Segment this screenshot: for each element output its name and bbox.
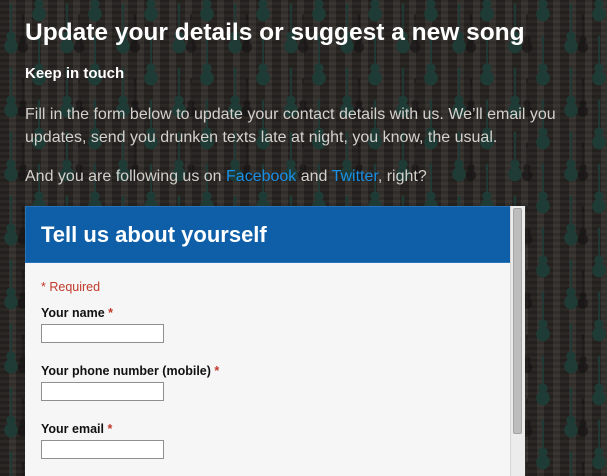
phone-required-mark: * [214,364,220,378]
intro-paragraph: Fill in the form below to update your co… [25,106,556,146]
follow-text-prefix: And you are following us on [25,168,227,185]
form-scrollbar[interactable] [510,206,525,476]
follow-text-suffix: , right? [377,168,427,185]
embedded-form: Tell us about yourself * Required Your n… [25,206,525,476]
email-required-mark: * [107,422,113,436]
page-title: Update your details or suggest a new son… [25,19,525,46]
phone-input[interactable] [41,382,164,401]
email-input[interactable] [41,440,164,459]
name-label: Your name * [41,306,113,320]
phone-label: Your phone number (mobile) * [41,364,219,378]
follow-text-middle: and [296,168,332,185]
name-input[interactable] [41,324,164,343]
form-title: Tell us about yourself [41,222,267,247]
twitter-link[interactable]: Twitter [332,168,378,185]
form-scrollbar-thumb[interactable] [513,208,522,434]
email-label: Your email * [41,422,112,436]
name-label-text: Your name [41,306,105,320]
follow-paragraph: And you are following us on Facebook and… [25,168,427,186]
section-heading: Keep in touch [25,65,125,82]
facebook-link[interactable]: Facebook [226,168,296,185]
email-label-text: Your email [41,422,104,436]
required-note: * Required [41,280,101,294]
phone-label-text: Your phone number (mobile) [41,364,211,378]
name-required-mark: * [108,306,114,320]
